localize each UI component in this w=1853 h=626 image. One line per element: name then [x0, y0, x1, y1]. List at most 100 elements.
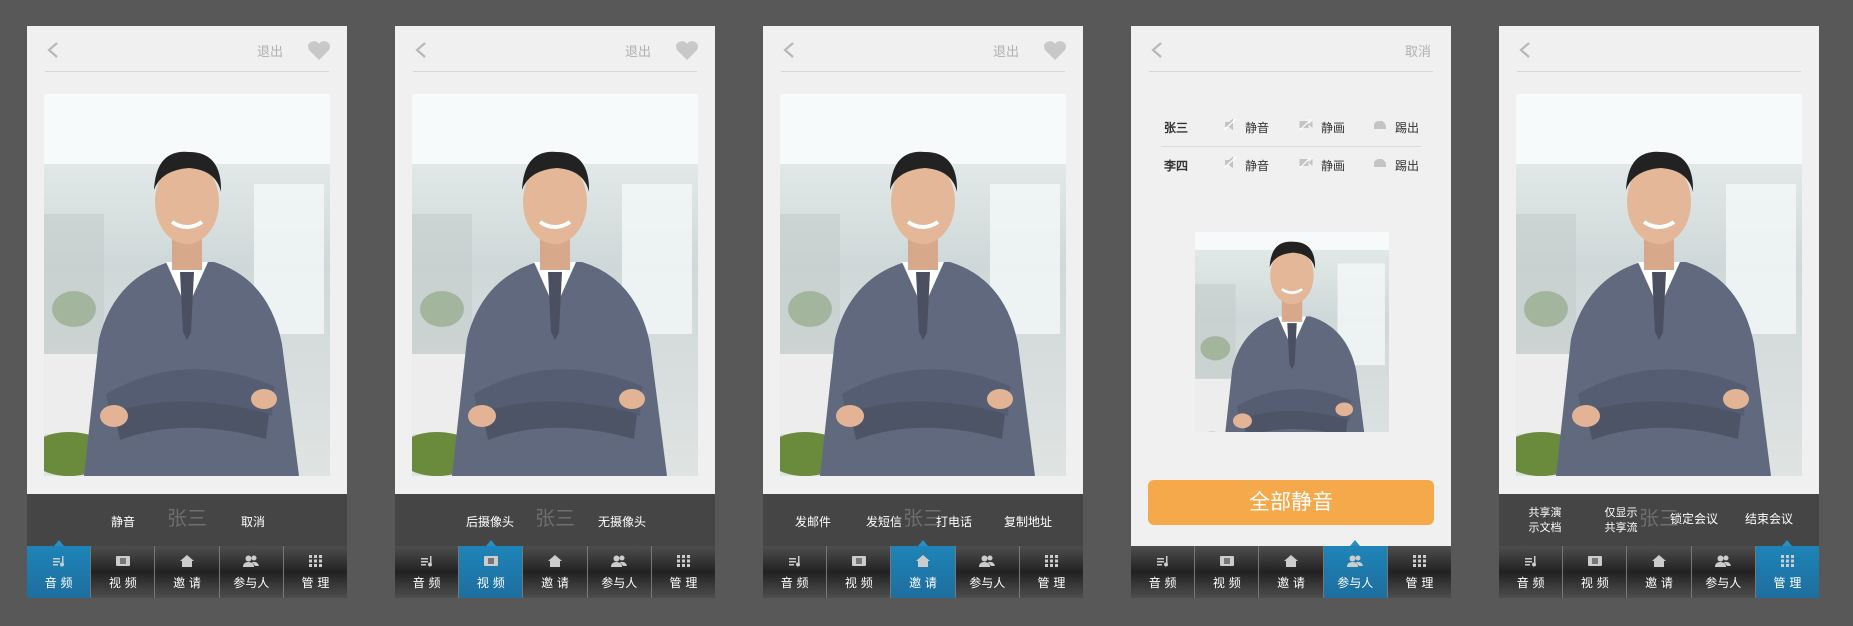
camera-off-icon[interactable]: [1299, 118, 1313, 131]
mute-button[interactable]: 静音: [1245, 119, 1269, 136]
action-bar: 张三 后摄像头 无摄像头: [395, 494, 715, 546]
tab-invite[interactable]: 邀 请: [1626, 546, 1691, 598]
divider: [45, 71, 329, 72]
video-icon: [115, 555, 131, 567]
top-bar: 取消: [1131, 26, 1451, 72]
end-meeting-button[interactable]: 结束会议: [1745, 510, 1793, 527]
tab-manage[interactable]: 管 理: [650, 546, 715, 598]
lock-meeting-button[interactable]: 锁定会议: [1670, 510, 1718, 527]
tab-participants[interactable]: 参与人: [586, 546, 651, 598]
button-label-line: 共享演: [1528, 506, 1562, 519]
send-email-button[interactable]: 发邮件: [795, 513, 831, 530]
video-feed: [44, 94, 330, 476]
button-label-line: 示文档: [1528, 521, 1562, 534]
tab-manage[interactable]: 管 理: [1386, 546, 1451, 598]
grid-icon: [307, 555, 323, 567]
video-feed: [780, 94, 1066, 476]
back-icon[interactable]: [45, 41, 61, 59]
camera-off-icon[interactable]: [1299, 156, 1313, 169]
divider: [1517, 71, 1801, 72]
tab-audio[interactable]: 音 频: [27, 540, 91, 598]
tab-manage[interactable]: 管 理: [282, 546, 347, 598]
top-bar: [1499, 26, 1819, 72]
mute-button[interactable]: 静音: [111, 513, 135, 530]
tab-video[interactable]: 视 频: [1562, 546, 1627, 598]
tab-audio[interactable]: 音 频: [1131, 546, 1195, 598]
tab-video[interactable]: 视 频: [1194, 546, 1259, 598]
music-note-icon: [419, 555, 435, 567]
participant-row: 李四 静音 静画 踢出: [1161, 146, 1431, 182]
tab-invite[interactable]: 邀 请: [890, 540, 955, 598]
video-icon: [851, 555, 867, 567]
freeze-video-button[interactable]: 静画: [1321, 119, 1345, 136]
tab-manage[interactable]: 管 理: [1754, 540, 1819, 598]
home-icon: [547, 555, 563, 567]
tab-invite[interactable]: 邀 请: [1258, 546, 1323, 598]
tab-audio[interactable]: 音 频: [395, 546, 459, 598]
no-camera-button[interactable]: 无摄像头: [598, 513, 646, 530]
music-note-icon: [1523, 555, 1539, 567]
home-icon: [1651, 555, 1667, 567]
share-document-button[interactable]: 共享演 示文档: [1529, 505, 1562, 535]
call-button[interactable]: 打电话: [936, 513, 972, 530]
tab-video[interactable]: 视 频: [826, 546, 891, 598]
divider: [781, 71, 1065, 72]
exit-button[interactable]: 退出: [257, 41, 283, 60]
home-icon: [179, 555, 195, 567]
tab-invite[interactable]: 邀 请: [154, 546, 219, 598]
music-note-icon: [51, 555, 67, 567]
video-icon: [483, 555, 499, 567]
copy-address-button[interactable]: 复制地址: [1004, 513, 1052, 530]
exit-button[interactable]: 退出: [993, 41, 1019, 60]
tab-bar: 音 频 视 频 邀 请 参与人 管 理: [1131, 540, 1451, 598]
tab-video[interactable]: 视 频: [458, 540, 523, 598]
back-icon[interactable]: [1517, 41, 1533, 59]
phone-screen-manage: 张三 共享演 示文档 仅显示 共享流 锁定会议 结束会议 音 频 视 频 邀 请…: [1499, 26, 1819, 598]
heart-icon[interactable]: [675, 40, 699, 61]
video-icon: [1219, 555, 1235, 567]
exit-button[interactable]: 退出: [625, 41, 651, 60]
tab-manage[interactable]: 管 理: [1018, 546, 1083, 598]
kick-icon[interactable]: [1373, 156, 1387, 169]
grid-icon: [1779, 555, 1795, 567]
video-thumbnail: [1195, 232, 1389, 432]
kick-button[interactable]: 踢出: [1395, 119, 1419, 136]
video-feed: [412, 94, 698, 476]
back-icon[interactable]: [781, 41, 797, 59]
tab-participants[interactable]: 参与人: [954, 546, 1019, 598]
action-bar: 张三 静音 取消: [27, 494, 347, 546]
back-icon[interactable]: [413, 41, 429, 59]
tab-participants[interactable]: 参与人: [1690, 546, 1755, 598]
heart-icon[interactable]: [307, 40, 331, 61]
button-label-line: 共享流: [1604, 521, 1638, 534]
tab-audio[interactable]: 音 频: [763, 546, 827, 598]
kick-icon[interactable]: [1373, 118, 1387, 131]
show-shared-stream-only-button[interactable]: 仅显示 共享流: [1605, 505, 1638, 535]
caller-name-watermark: 张三: [167, 506, 207, 530]
tab-invite[interactable]: 邀 请: [522, 546, 587, 598]
cancel-button[interactable]: 取消: [241, 513, 265, 530]
top-bar: 退出: [395, 26, 715, 72]
phone-screen-participants: 取消 张三 静音 静画 踢出 李四 静音 静画 踢出 全部静音 音 频 视 频 …: [1131, 26, 1451, 598]
tab-audio[interactable]: 音 频: [1499, 546, 1563, 598]
mute-all-button[interactable]: 全部静音: [1148, 480, 1434, 525]
freeze-video-button[interactable]: 静画: [1321, 157, 1345, 174]
rear-camera-button[interactable]: 后摄像头: [466, 513, 514, 530]
home-icon: [1283, 555, 1299, 567]
tab-video[interactable]: 视 频: [90, 546, 155, 598]
cancel-button[interactable]: 取消: [1405, 41, 1431, 60]
kick-button[interactable]: 踢出: [1395, 157, 1419, 174]
people-icon: [243, 555, 259, 567]
participant-name: 张三: [1164, 121, 1189, 135]
mic-off-icon[interactable]: [1223, 156, 1237, 169]
tab-participants[interactable]: 参与人: [218, 546, 283, 598]
action-bar: 张三 共享演 示文档 仅显示 共享流 锁定会议 结束会议: [1499, 494, 1819, 546]
heart-icon[interactable]: [1043, 40, 1067, 61]
send-sms-button[interactable]: 发短信: [866, 513, 902, 530]
back-icon[interactable]: [1149, 41, 1165, 59]
phone-screen-video: 退出 张三 后摄像头 无摄像头 音 频 视 频 邀 请 参与人 管 理: [395, 26, 715, 598]
tab-participants[interactable]: 参与人: [1322, 540, 1387, 598]
mic-off-icon[interactable]: [1223, 118, 1237, 131]
mute-button[interactable]: 静音: [1245, 157, 1269, 174]
top-bar: 退出: [763, 26, 1083, 72]
